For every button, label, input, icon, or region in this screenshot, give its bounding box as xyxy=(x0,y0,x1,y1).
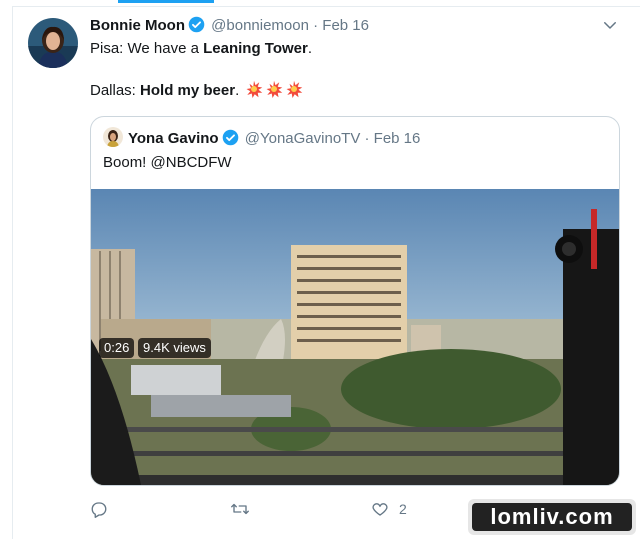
author-name[interactable]: Bonnie Moon xyxy=(90,17,185,34)
tweet-text-line-1: Pisa: We have a Leaning Tower. xyxy=(90,39,312,59)
tweet-date[interactable]: Feb 16 xyxy=(322,17,369,34)
line1-suffix: . xyxy=(307,40,313,57)
collision-icon xyxy=(245,80,263,104)
quoted-author-handle[interactable]: @YonaGavinoTV xyxy=(245,130,361,147)
author-handle[interactable]: @bonniemoon xyxy=(211,17,309,34)
reply-button[interactable] xyxy=(90,500,118,518)
retweet-icon xyxy=(231,503,249,515)
quoted-separator: · xyxy=(364,130,370,147)
video-player[interactable] xyxy=(91,189,619,485)
video-views-badge: 9.4K views xyxy=(138,338,211,358)
collision-icon xyxy=(265,80,283,104)
quoted-date[interactable]: Feb 16 xyxy=(374,130,421,147)
quoted-author-name[interactable]: Yona Gavino xyxy=(128,130,219,147)
line2-bold: Hold my beer xyxy=(140,82,236,99)
verified-badge-icon xyxy=(222,129,238,146)
line2-suffix: . xyxy=(235,82,240,99)
video-duration-badge: 0:26 xyxy=(99,338,135,358)
tweet-header: Bonnie Moon @bonniemoon · Feb 16 xyxy=(90,16,369,36)
tweet-text-line-2: Dallas: Hold my beer. xyxy=(90,80,303,104)
header-separator: · xyxy=(313,17,319,34)
quoted-text: Boom! @NBCDFW xyxy=(103,154,232,171)
like-count: 2 xyxy=(399,501,407,517)
top-accent-bar xyxy=(118,0,214,3)
line1-bold: Leaning Tower xyxy=(203,40,308,57)
retweet-button[interactable] xyxy=(230,500,260,518)
quoted-tweet[interactable]: Yona Gavino @YonaGavinoTV · Feb 16 Boom!… xyxy=(90,116,620,486)
line1-prefix: Pisa: We have a xyxy=(90,40,204,57)
line2-prefix: Dallas: xyxy=(90,82,141,99)
video-frame-image xyxy=(91,189,619,485)
quoted-author-avatar xyxy=(103,127,123,147)
like-button[interactable]: 2 xyxy=(371,500,407,518)
author-avatar[interactable] xyxy=(28,18,78,68)
verified-badge-icon xyxy=(188,16,205,33)
heart-icon xyxy=(372,503,388,516)
watermark: lomliv.com xyxy=(468,499,636,535)
collision-icon xyxy=(285,80,303,104)
chevron-down-icon[interactable] xyxy=(601,16,619,39)
quoted-header: Yona Gavino @YonaGavinoTV · Feb 16 xyxy=(103,127,420,149)
watermark-text: lomliv.com xyxy=(472,503,632,531)
reply-icon xyxy=(91,502,107,518)
